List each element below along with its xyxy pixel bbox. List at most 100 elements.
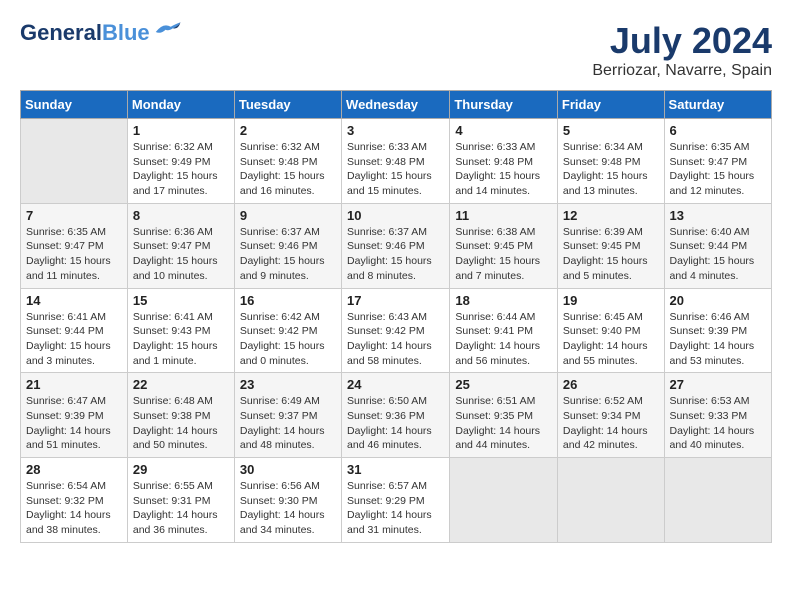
calendar-table: SundayMondayTuesdayWednesdayThursdayFrid… [20,90,772,543]
day-info: Sunrise: 6:37 AM Sunset: 9:46 PM Dayligh… [240,225,336,284]
calendar-cell: 25 Sunrise: 6:51 AM Sunset: 9:35 PM Dayli… [450,373,558,458]
day-number: 13 [670,208,766,223]
page-title: July 2024 [592,20,772,62]
day-info: Sunrise: 6:42 AM Sunset: 9:42 PM Dayligh… [240,310,336,369]
calendar-cell: 26 Sunrise: 6:52 AM Sunset: 9:34 PM Dayli… [557,373,664,458]
calendar-cell: 9Sunrise: 6:37 AM Sunset: 9:46 PM Daylig… [234,203,341,288]
calendar-cell: 18 Sunrise: 6:44 AM Sunset: 9:41 PM Dayli… [450,288,558,373]
day-info: Sunrise: 6:40 AM Sunset: 9:44 PM Dayligh… [670,225,766,284]
day-number: 5 [563,123,659,138]
logo-text: GeneralBlue [20,20,150,46]
calendar-body: 1 Sunrise: 6:32 AM Sunset: 9:49 PM Daylig… [21,119,772,543]
header-row: SundayMondayTuesdayWednesdayThursdayFrid… [21,91,772,119]
day-info: Sunrise: 6:38 AM Sunset: 9:45 PM Dayligh… [455,225,552,284]
day-info: Sunrise: 6:37 AM Sunset: 9:46 PM Dayligh… [347,225,444,284]
day-number: 29 [133,462,229,477]
day-number: 4 [455,123,552,138]
day-info: Sunrise: 6:50 AM Sunset: 9:36 PM Dayligh… [347,394,444,453]
calendar-cell: 7 Sunrise: 6:35 AM Sunset: 9:47 PM Daylig… [21,203,128,288]
day-number: 16 [240,293,336,308]
day-info: Sunrise: 6:32 AM Sunset: 9:48 PM Dayligh… [240,140,336,199]
day-info: Sunrise: 6:44 AM Sunset: 9:41 PM Dayligh… [455,310,552,369]
day-number: 18 [455,293,552,308]
day-number: 12 [563,208,659,223]
calendar-cell [664,458,771,543]
day-info: Sunrise: 6:45 AM Sunset: 9:40 PM Dayligh… [563,310,659,369]
calendar-cell: 3 Sunrise: 6:33 AM Sunset: 9:48 PM Daylig… [342,119,450,204]
header-cell-tuesday: Tuesday [234,91,341,119]
calendar-cell: 15Sunrise: 6:41 AM Sunset: 9:43 PM Dayli… [127,288,234,373]
day-number: 10 [347,208,444,223]
calendar-cell: 27 Sunrise: 6:53 AM Sunset: 9:33 PM Dayli… [664,373,771,458]
day-number: 8 [133,208,229,223]
day-number: 6 [670,123,766,138]
header-cell-sunday: Sunday [21,91,128,119]
calendar-cell: 21 Sunrise: 6:47 AM Sunset: 9:39 PM Dayli… [21,373,128,458]
day-info: Sunrise: 6:33 AM Sunset: 9:48 PM Dayligh… [347,140,444,199]
header-cell-monday: Monday [127,91,234,119]
calendar-week-1: 1 Sunrise: 6:32 AM Sunset: 9:49 PM Daylig… [21,119,772,204]
calendar-cell: 19 Sunrise: 6:45 AM Sunset: 9:40 PM Dayli… [557,288,664,373]
calendar-cell: 11Sunrise: 6:38 AM Sunset: 9:45 PM Dayli… [450,203,558,288]
calendar-cell: 23Sunrise: 6:49 AM Sunset: 9:37 PM Dayli… [234,373,341,458]
calendar-cell: 29Sunrise: 6:55 AM Sunset: 9:31 PM Dayli… [127,458,234,543]
day-number: 27 [670,377,766,392]
logo-bird-icon [152,20,182,38]
calendar-cell: 8 Sunrise: 6:36 AM Sunset: 9:47 PM Daylig… [127,203,234,288]
day-number: 28 [26,462,122,477]
calendar-cell: 1 Sunrise: 6:32 AM Sunset: 9:49 PM Daylig… [127,119,234,204]
calendar-week-4: 21 Sunrise: 6:47 AM Sunset: 9:39 PM Dayli… [21,373,772,458]
calendar-cell [450,458,558,543]
day-info: Sunrise: 6:56 AM Sunset: 9:30 PM Dayligh… [240,479,336,538]
day-info: Sunrise: 6:36 AM Sunset: 9:47 PM Dayligh… [133,225,229,284]
day-number: 19 [563,293,659,308]
day-number: 21 [26,377,122,392]
day-info: Sunrise: 6:51 AM Sunset: 9:35 PM Dayligh… [455,394,552,453]
day-info: Sunrise: 6:41 AM Sunset: 9:43 PM Dayligh… [133,310,229,369]
day-info: Sunrise: 6:34 AM Sunset: 9:48 PM Dayligh… [563,140,659,199]
day-number: 17 [347,293,444,308]
day-number: 7 [26,208,122,223]
calendar-cell: 6 Sunrise: 6:35 AM Sunset: 9:47 PM Daylig… [664,119,771,204]
calendar-cell: 28 Sunrise: 6:54 AM Sunset: 9:32 PM Dayli… [21,458,128,543]
day-number: 3 [347,123,444,138]
calendar-cell: 14Sunrise: 6:41 AM Sunset: 9:44 PM Dayli… [21,288,128,373]
day-info: Sunrise: 6:39 AM Sunset: 9:45 PM Dayligh… [563,225,659,284]
day-info: Sunrise: 6:41 AM Sunset: 9:44 PM Dayligh… [26,310,122,369]
header-cell-thursday: Thursday [450,91,558,119]
day-info: Sunrise: 6:54 AM Sunset: 9:32 PM Dayligh… [26,479,122,538]
calendar-cell: 31 Sunrise: 6:57 AM Sunset: 9:29 PM Dayli… [342,458,450,543]
day-number: 1 [133,123,229,138]
calendar-cell: 17Sunrise: 6:43 AM Sunset: 9:42 PM Dayli… [342,288,450,373]
page-subtitle: Berriozar, Navarre, Spain [592,62,772,80]
title-block: July 2024 Berriozar, Navarre, Spain [592,20,772,80]
page-header: GeneralBlue July 2024 Berriozar, Navarre… [20,20,772,80]
day-info: Sunrise: 6:53 AM Sunset: 9:33 PM Dayligh… [670,394,766,453]
calendar-header: SundayMondayTuesdayWednesdayThursdayFrid… [21,91,772,119]
calendar-cell: 30Sunrise: 6:56 AM Sunset: 9:30 PM Dayli… [234,458,341,543]
day-info: Sunrise: 6:32 AM Sunset: 9:49 PM Dayligh… [133,140,229,199]
day-number: 26 [563,377,659,392]
day-info: Sunrise: 6:35 AM Sunset: 9:47 PM Dayligh… [670,140,766,199]
calendar-cell: 4Sunrise: 6:33 AM Sunset: 9:48 PM Daylig… [450,119,558,204]
day-info: Sunrise: 6:48 AM Sunset: 9:38 PM Dayligh… [133,394,229,453]
calendar-cell [557,458,664,543]
day-info: Sunrise: 6:47 AM Sunset: 9:39 PM Dayligh… [26,394,122,453]
day-info: Sunrise: 6:57 AM Sunset: 9:29 PM Dayligh… [347,479,444,538]
calendar-week-2: 7 Sunrise: 6:35 AM Sunset: 9:47 PM Daylig… [21,203,772,288]
day-number: 22 [133,377,229,392]
calendar-cell: 22 Sunrise: 6:48 AM Sunset: 9:38 PM Dayli… [127,373,234,458]
header-cell-wednesday: Wednesday [342,91,450,119]
calendar-cell: 13 Sunrise: 6:40 AM Sunset: 9:44 PM Dayli… [664,203,771,288]
day-number: 24 [347,377,444,392]
header-cell-saturday: Saturday [664,91,771,119]
calendar-cell: 5 Sunrise: 6:34 AM Sunset: 9:48 PM Daylig… [557,119,664,204]
day-number: 25 [455,377,552,392]
calendar-cell: 16 Sunrise: 6:42 AM Sunset: 9:42 PM Dayli… [234,288,341,373]
day-info: Sunrise: 6:35 AM Sunset: 9:47 PM Dayligh… [26,225,122,284]
day-number: 31 [347,462,444,477]
day-info: Sunrise: 6:52 AM Sunset: 9:34 PM Dayligh… [563,394,659,453]
day-info: Sunrise: 6:49 AM Sunset: 9:37 PM Dayligh… [240,394,336,453]
calendar-cell [21,119,128,204]
calendar-cell: 10 Sunrise: 6:37 AM Sunset: 9:46 PM Dayli… [342,203,450,288]
